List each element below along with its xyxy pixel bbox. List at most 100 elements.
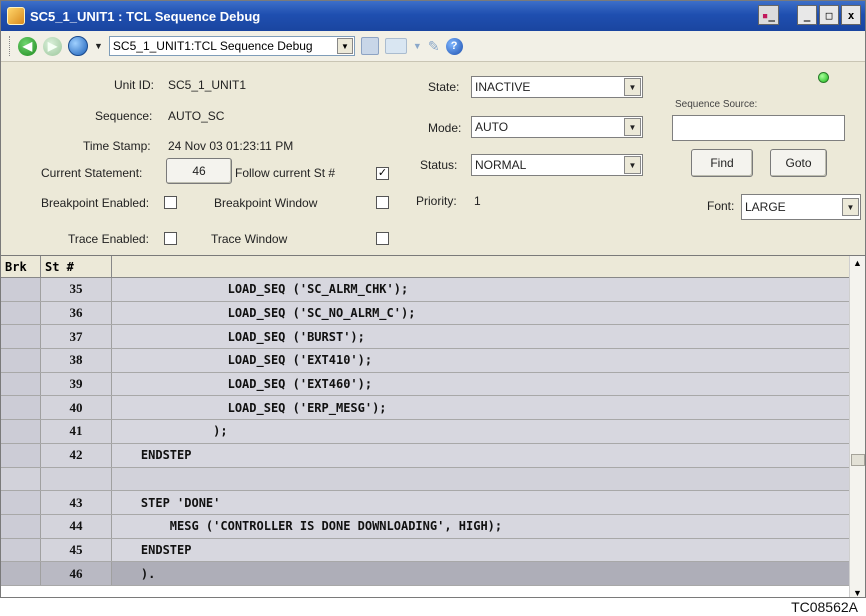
code-cell: ENDSTEP	[112, 538, 849, 562]
breakpoint-cell[interactable]	[1, 278, 41, 301]
chevron-down-icon[interactable]: ▼	[624, 78, 641, 96]
forward-icon[interactable]: ▶	[43, 36, 62, 56]
breakpoint-cell[interactable]	[1, 372, 41, 396]
follow-current-checkbox[interactable]: ✓	[376, 167, 389, 180]
table-row[interactable]: 46 ).	[1, 562, 849, 586]
tile-windows-button[interactable]: ▪ _	[757, 5, 779, 25]
breakpoint-cell[interactable]	[1, 514, 41, 538]
table-row[interactable]: 44 MESG ('CONTROLLER IS DONE DOWNLOADING…	[1, 514, 849, 539]
mode-select[interactable]: AUTO ▼	[471, 116, 643, 138]
minimize-button[interactable]: _	[797, 5, 817, 25]
maximize-button[interactable]: □	[819, 5, 839, 25]
breakpoint-cell[interactable]	[1, 301, 41, 325]
breakpoint-cell[interactable]	[1, 467, 41, 491]
breakpoint-cell[interactable]	[1, 396, 41, 420]
unit-id-label: Unit ID:	[114, 78, 155, 92]
table-row[interactable]: 36 LOAD_SEQ ('SC_NO_ALRM_C');	[1, 301, 849, 326]
status-value: NORMAL	[475, 158, 527, 172]
table-row[interactable]: 45 ENDSTEP	[1, 538, 849, 563]
window-controls: ▪ _ _ □ x	[757, 5, 861, 25]
statement-number-cell: 36	[41, 301, 112, 325]
display-dropdown-icon[interactable]: ▼	[413, 41, 422, 51]
mode-value: AUTO	[475, 120, 509, 134]
code-cell: LOAD_SEQ ('ERP_MESG');	[112, 396, 849, 420]
back-icon[interactable]: ◀	[18, 36, 37, 56]
globe-dropdown-icon[interactable]: ▼	[94, 41, 103, 51]
scroll-down-icon[interactable]: ▼	[853, 588, 862, 597]
current-statement-button[interactable]: 46	[166, 158, 232, 184]
state-select[interactable]: INACTIVE ▼	[471, 76, 643, 98]
toolbar: ◀ ▶ ▼ SC5_1_UNIT1:TCL Sequence Debug ▼ ▼…	[1, 31, 865, 62]
chevron-down-icon[interactable]: ▼	[336, 38, 353, 54]
trace-window-checkbox[interactable]	[376, 232, 389, 245]
breakpoint-cell[interactable]	[1, 538, 41, 562]
breakpoint-cell[interactable]	[1, 420, 41, 443]
scroll-up-icon[interactable]: ▲	[853, 258, 862, 268]
close-button[interactable]: x	[841, 5, 861, 25]
sequence-code-grid: Brk St # 35 LOAD_SEQ ('SC_ALRM_CHK'); 36 …	[1, 255, 865, 597]
font-select[interactable]: LARGE ▼	[741, 194, 861, 220]
help-icon[interactable]: ?	[445, 37, 463, 55]
statement-number-cell: 46	[41, 562, 112, 585]
chevron-down-icon[interactable]: ▼	[624, 156, 641, 174]
font-value: LARGE	[745, 200, 786, 214]
sequence-value: AUTO_SC	[168, 109, 225, 123]
address-select[interactable]: SC5_1_UNIT1:TCL Sequence Debug ▼	[108, 36, 355, 56]
debug-window: SC5_1_UNIT1 : TCL Sequence Debug ▪ _ _ □ …	[0, 0, 866, 598]
statement-number-cell: 41	[41, 420, 112, 443]
column-header-st[interactable]: St #	[41, 256, 112, 278]
table-row[interactable]: 43 STEP 'DONE'	[1, 491, 849, 515]
priority-value: 1	[474, 194, 481, 208]
state-value: INACTIVE	[475, 80, 531, 94]
pin-icon[interactable]: ✎	[428, 38, 440, 55]
display-icon[interactable]	[384, 38, 407, 54]
grid-rows: 35 LOAD_SEQ ('SC_ALRM_CHK'); 36 LOAD_SEQ …	[1, 278, 849, 586]
scrollbar-thumb[interactable]	[851, 454, 865, 466]
toolbar-grip[interactable]	[9, 36, 12, 56]
sequence-source-label: Sequence Source:	[675, 99, 758, 110]
breakpoint-cell[interactable]	[1, 349, 41, 372]
find-button[interactable]: Find	[691, 149, 753, 177]
chevron-down-icon[interactable]: ▼	[842, 198, 859, 216]
breakpoint-window-checkbox[interactable]	[376, 196, 389, 209]
table-row[interactable]: 42 ENDSTEP	[1, 443, 849, 468]
time-stamp-label: Time Stamp:	[83, 139, 151, 153]
address-value: SC5_1_UNIT1:TCL Sequence Debug	[112, 39, 313, 53]
priority-label: Priority:	[416, 194, 457, 208]
table-row[interactable]: 39 LOAD_SEQ ('EXT460');	[1, 372, 849, 397]
globe-icon[interactable]	[68, 36, 88, 56]
column-header-code[interactable]	[112, 256, 849, 278]
table-row[interactable]: 40 LOAD_SEQ ('ERP_MESG');	[1, 396, 849, 421]
table-row[interactable]: 41 );	[1, 420, 849, 444]
breakpoint-cell[interactable]	[1, 491, 41, 514]
code-cell: );	[112, 420, 849, 443]
title-bar[interactable]: SC5_1_UNIT1 : TCL Sequence Debug ▪ _ _ □ …	[1, 1, 865, 31]
statement-number-cell: 39	[41, 372, 112, 396]
breakpoint-cell[interactable]	[1, 562, 41, 585]
table-row[interactable]: 37 LOAD_SEQ ('BURST');	[1, 325, 849, 350]
status-led-icon	[818, 72, 829, 83]
status-select[interactable]: NORMAL ▼	[471, 154, 643, 176]
statement-number-cell	[41, 467, 112, 491]
table-row[interactable]: 35 LOAD_SEQ ('SC_ALRM_CHK');	[1, 278, 849, 302]
goto-button[interactable]: Goto	[770, 149, 827, 177]
breakpoint-cell[interactable]	[1, 325, 41, 349]
breakpoint-enabled-label: Breakpoint Enabled:	[41, 196, 150, 210]
column-header-brk[interactable]: Brk	[1, 256, 41, 278]
print-icon[interactable]	[360, 37, 379, 55]
statement-number-cell: 45	[41, 538, 112, 562]
breakpoint-cell[interactable]	[1, 443, 41, 467]
statement-number-cell: 37	[41, 325, 112, 349]
table-row[interactable]	[1, 467, 849, 492]
tile-icon: ▪	[761, 8, 769, 22]
trace-enabled-checkbox[interactable]	[164, 232, 177, 245]
code-cell: LOAD_SEQ ('EXT460');	[112, 372, 849, 396]
sequence-source-input[interactable]	[672, 115, 845, 141]
code-cell: LOAD_SEQ ('SC_ALRM_CHK');	[112, 278, 849, 301]
vertical-scrollbar[interactable]: ▲ ▼	[849, 256, 865, 597]
table-row[interactable]: 38 LOAD_SEQ ('EXT410');	[1, 349, 849, 373]
code-cell: ).	[112, 562, 849, 585]
window-title: SC5_1_UNIT1 : TCL Sequence Debug	[30, 8, 261, 24]
breakpoint-enabled-checkbox[interactable]	[164, 196, 177, 209]
chevron-down-icon[interactable]: ▼	[624, 118, 641, 136]
